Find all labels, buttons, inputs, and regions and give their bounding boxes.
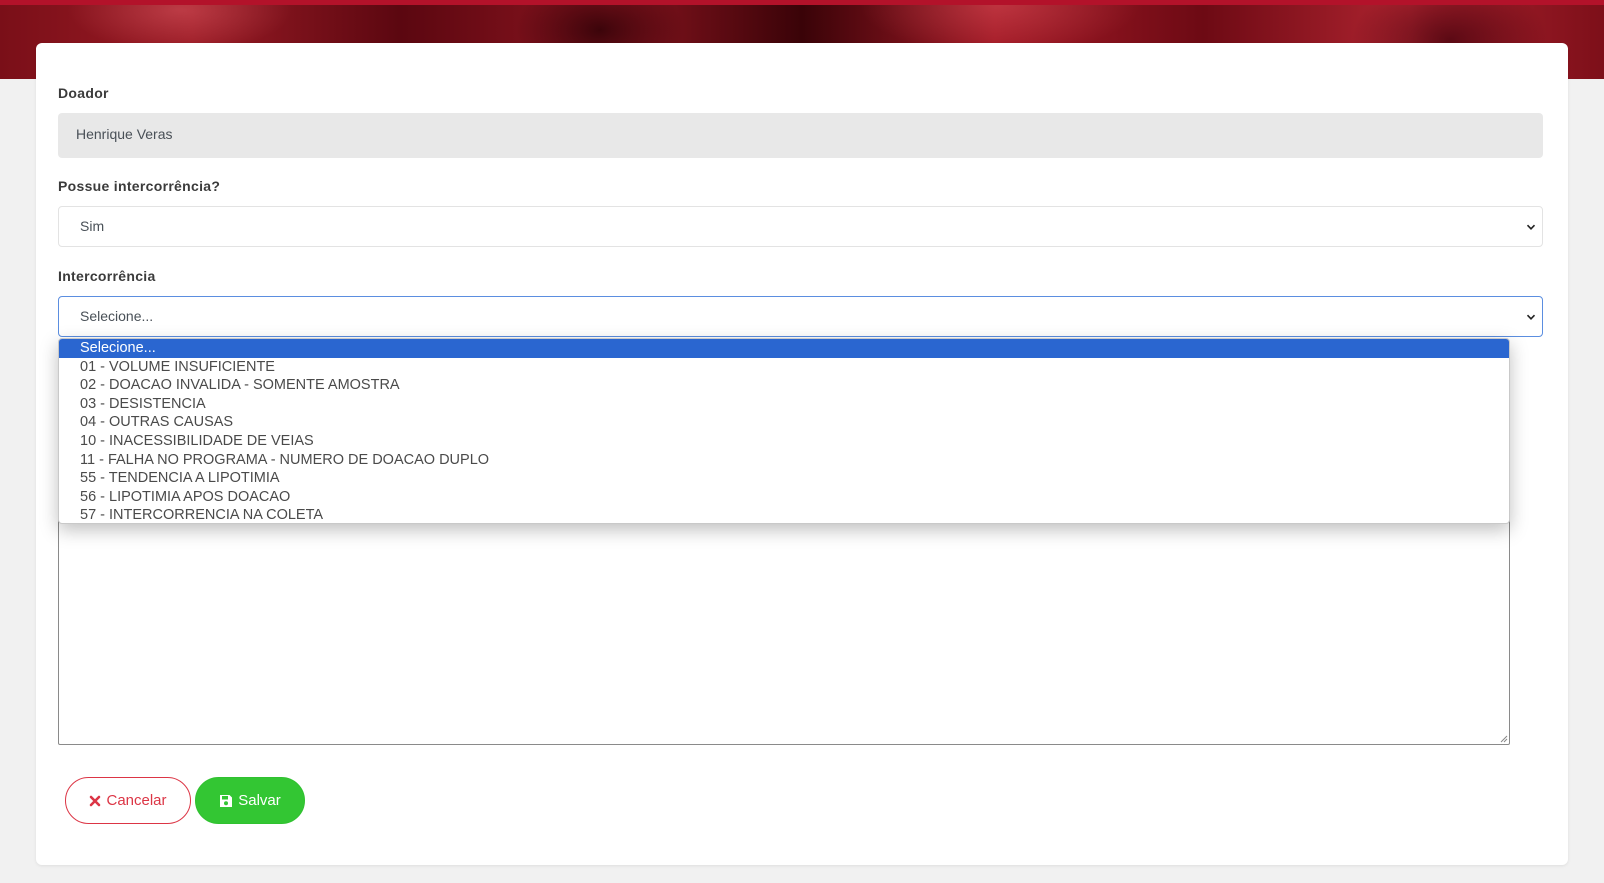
floppy-disk-icon <box>220 794 233 807</box>
incident-option[interactable]: Selecione... <box>59 339 1509 358</box>
donor-value: Henrique Veras <box>76 126 173 142</box>
has-incident-value: Sim <box>80 218 105 234</box>
has-incident-select[interactable]: Sim <box>58 206 1543 247</box>
incident-option[interactable]: 04 - OUTRAS CAUSAS <box>59 413 1509 432</box>
incident-option[interactable]: 01 - VOLUME INSUFICIENTE <box>59 358 1509 377</box>
incident-value: Selecione... <box>80 308 154 324</box>
incident-option[interactable]: 03 - DESISTENCIA <box>59 395 1509 414</box>
incident-option[interactable]: 56 - LIPOTIMIA APOS DOACAO <box>59 488 1509 507</box>
incident-option[interactable]: 11 - FALHA NO PROGRAMA - NUMERO DE DOACA… <box>59 451 1509 470</box>
resize-handle-icon[interactable] <box>1498 733 1508 743</box>
incident-options-list: Selecione... 01 - VOLUME INSUFICIENTE 02… <box>58 338 1510 524</box>
save-button[interactable]: Salvar <box>195 777 305 824</box>
cancel-button-label: Cancelar <box>106 792 167 809</box>
header-accent-line <box>0 0 1604 5</box>
form-card: Doador Henrique Veras Possue intercorrên… <box>36 43 1568 865</box>
chevron-down-icon <box>1526 314 1536 320</box>
incident-option[interactable]: 10 - INACESSIBILIDADE DE VEIAS <box>59 432 1509 451</box>
chevron-down-icon <box>1526 224 1536 230</box>
incident-label: Intercorrência <box>58 268 156 284</box>
incident-select[interactable]: Selecione... <box>58 296 1543 337</box>
save-button-label: Salvar <box>238 792 281 809</box>
donor-field: Henrique Veras <box>58 113 1543 158</box>
incident-option[interactable]: 02 - DOACAO INVALIDA - SOMENTE AMOSTRA <box>59 376 1509 395</box>
incident-option[interactable]: 57 - INTERCORRENCIA NA COLETA <box>59 506 1509 523</box>
donor-label: Doador <box>58 85 109 101</box>
has-incident-label: Possue intercorrência? <box>58 178 221 194</box>
close-icon <box>90 795 101 806</box>
incident-option[interactable]: 55 - TENDENCIA A LIPOTIMIA <box>59 469 1509 488</box>
cancel-button[interactable]: Cancelar <box>65 777 191 824</box>
